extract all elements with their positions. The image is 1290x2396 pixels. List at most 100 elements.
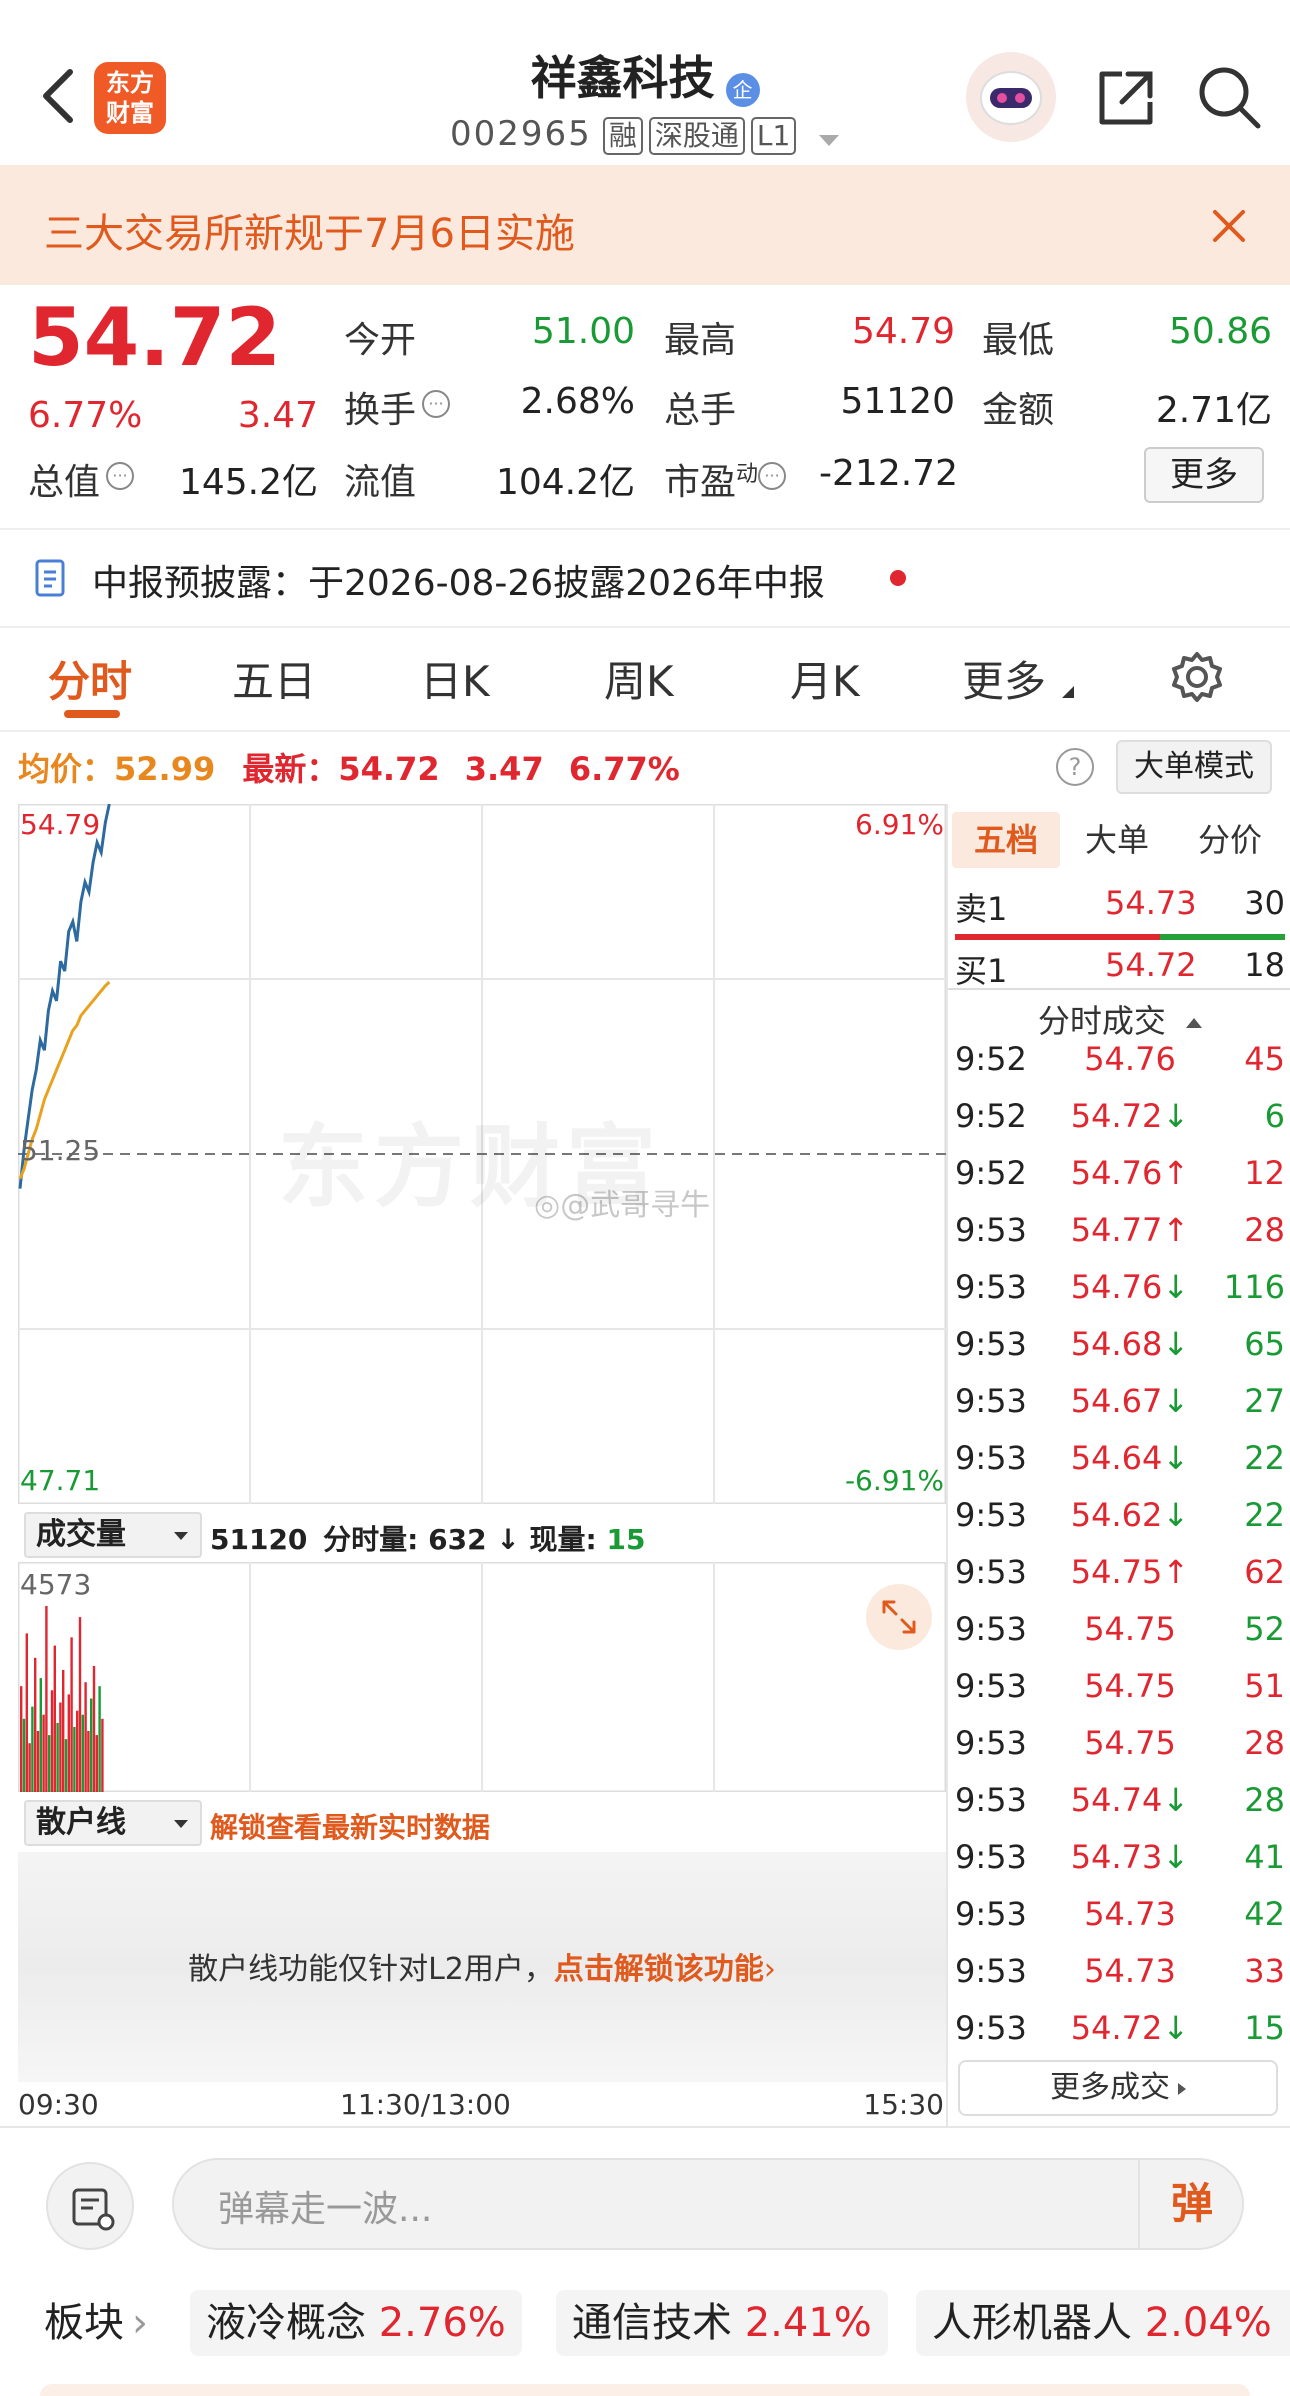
help-icon[interactable]: ? [1056, 748, 1094, 786]
price-chart[interactable]: 54.79 51.25 47.71 6.91% -6.91% 东方财富 ◎@武哥… [18, 804, 946, 1504]
tab-more[interactable]: 更多 [962, 648, 1046, 709]
chevron-right-icon: › [763, 1952, 776, 1987]
comment-placeholder: 弹幕走一波... [218, 2189, 433, 2230]
trade-arrow: ↓ [1162, 1439, 1190, 1477]
sector-item[interactable]: 液冷概念 2.76% [190, 2290, 522, 2356]
trade-price: 54.77↑ [1070, 1211, 1190, 1249]
disclosure-row[interactable]: 中报预披露：于2026-08-26披露2026年中报 [0, 530, 1290, 626]
trade-row: 9:53 54.72↓ 15 [955, 2009, 1285, 2066]
trade-volume: 33 [1244, 1952, 1285, 1990]
stock-code: 002965 [450, 114, 592, 154]
expand-icon[interactable] [866, 1584, 932, 1650]
volume-chart[interactable]: 4573 [18, 1562, 946, 1792]
settings-gear-icon[interactable] [1170, 650, 1224, 704]
trade-row: 9:53 54.68↓ 65 [955, 1325, 1285, 1382]
trade-price: 54.74↓ [1070, 1781, 1190, 1819]
tab-monthly-k[interactable]: 月K [790, 648, 860, 709]
sector-item[interactable]: 通信技术 2.41% [556, 2290, 888, 2356]
y-max-label: 54.79 [20, 808, 101, 841]
trade-price: 54.73 [1084, 1952, 1176, 1990]
trade-arrow: ↓ [1162, 1325, 1190, 1363]
stat-turnover-label[interactable]: 换手 ··· [344, 381, 451, 433]
stat-volume-value: 51120 [840, 381, 955, 422]
volume-bar [92, 1665, 96, 1792]
retail-dropdown[interactable]: 散户线 [24, 1800, 202, 1846]
y-min-label: 47.71 [20, 1464, 101, 1497]
tab-intraday[interactable]: 分时 [48, 648, 132, 709]
stock-name: 祥鑫科技 [530, 51, 715, 105]
x-label-end: 15:30 [863, 2088, 944, 2121]
y-mid-label: 51.25 [20, 1134, 101, 1167]
volume-bar [48, 1735, 51, 1792]
trade-time: 9:53 [955, 1781, 1027, 1819]
trade-volume: 62 [1244, 1553, 1285, 1591]
share-icon[interactable] [1094, 66, 1158, 130]
sector-label[interactable]: 板块 › [44, 2290, 148, 2356]
unlock-link[interactable]: 点击解锁该功能 [554, 1952, 764, 1987]
sector-item[interactable]: 人形机器人 2.04% [916, 2290, 1290, 2356]
chevron-down-icon[interactable] [819, 135, 840, 146]
tab-five-day[interactable]: 五日 [232, 648, 316, 709]
comment-list-icon[interactable] [46, 2162, 134, 2250]
search-icon[interactable] [1196, 64, 1262, 130]
stat-pe-label[interactable]: 市盈动 ··· [664, 453, 787, 505]
robot-avatar-icon[interactable] [966, 52, 1056, 142]
info-bubble-icon[interactable]: ··· [106, 461, 135, 490]
change-value: 3.47 [237, 395, 318, 436]
info-bubble-icon[interactable]: ··· [422, 389, 451, 418]
trade-row: 9:53 54.73↓ 41 [955, 1838, 1285, 1895]
buy-1-row: 买1 54.72 18 [955, 946, 1285, 990]
back-icon[interactable] [38, 66, 78, 126]
retail-locked-panel[interactable]: 散户线功能仅针对L2用户，点击解锁该功能› [18, 1852, 946, 2082]
info-bubble-icon[interactable]: ··· [758, 461, 787, 490]
large-order-mode-button[interactable]: 大单模式 [1116, 740, 1272, 794]
unlock-hint[interactable]: 解锁查看最新实时数据 [210, 1806, 490, 1846]
more-button[interactable]: 更多 [1144, 447, 1264, 503]
volume-bar [36, 1731, 40, 1792]
trade-time: 9:53 [955, 1211, 1027, 1249]
trade-price: 54.73↓ [1070, 1838, 1190, 1876]
comment-bar: 弹幕走一波... 弹 [0, 2128, 1290, 2278]
trade-time: 9:52 [955, 1040, 1027, 1078]
comment-input[interactable]: 弹幕走一波... 弹 [172, 2158, 1244, 2250]
order-book-tab-large[interactable]: 大单 [1072, 812, 1162, 868]
trade-arrow: ↑ [1162, 1553, 1190, 1591]
trade-time: 9:52 [955, 1097, 1027, 1135]
current-price: 54.72 [28, 291, 282, 384]
order-book-tab-five[interactable]: 五档 [952, 812, 1060, 868]
trades-title[interactable]: 分时成交 [955, 996, 1285, 1042]
trade-row: 9:53 54.75 52 [955, 1610, 1285, 1667]
volume-bar [98, 1686, 101, 1792]
volume-now: 15 [606, 1523, 646, 1556]
order-book-tab-price[interactable]: 分价 [1180, 812, 1280, 868]
tab-weekly-k[interactable]: 周K [604, 648, 674, 709]
volume-header: 成交量 51120 分时量: 632 ↓ 现量: 15 [18, 1504, 946, 1562]
trade-time: 9:53 [955, 1895, 1027, 1933]
volume-bar [59, 1702, 62, 1792]
trade-price: 54.75 [1084, 1667, 1176, 1705]
stat-low-value: 50.86 [1168, 311, 1272, 352]
trade-arrow: ↓ [1162, 1838, 1190, 1876]
more-trades-button[interactable]: 更多成交 [958, 2060, 1278, 2116]
notice-banner[interactable]: 三大交易所新规于7月6日实施 [0, 165, 1290, 285]
trade-arrow: ↓ [1162, 1268, 1190, 1306]
volume-bar [64, 1739, 68, 1792]
pct-min-label: -6.91% [844, 1464, 944, 1497]
tab-daily-k[interactable]: 日K [420, 648, 490, 709]
lock-message: 散户线功能仅针对L2用户，点击解锁该功能› [188, 1952, 776, 1987]
bottom-sheet-edge [40, 2384, 1250, 2396]
trade-price: 54.76↓ [1070, 1268, 1190, 1306]
volume-dropdown[interactable]: 成交量 [24, 1512, 202, 1558]
triangle-icon [1062, 686, 1074, 698]
volume-bar [101, 1718, 104, 1792]
close-icon[interactable] [1212, 209, 1246, 243]
stat-low-label: 最低 [982, 320, 1055, 361]
bid-ask-bar [955, 934, 1285, 940]
volume-bar [50, 1690, 54, 1792]
volume-bar [42, 1714, 45, 1792]
trade-price: 54.76↑ [1070, 1154, 1190, 1192]
divider [0, 730, 1290, 732]
volume-bar [28, 1743, 31, 1792]
stat-mktcap-label[interactable]: 总值 ··· [28, 453, 135, 505]
bullet-button[interactable]: 弹 [1138, 2160, 1244, 2248]
